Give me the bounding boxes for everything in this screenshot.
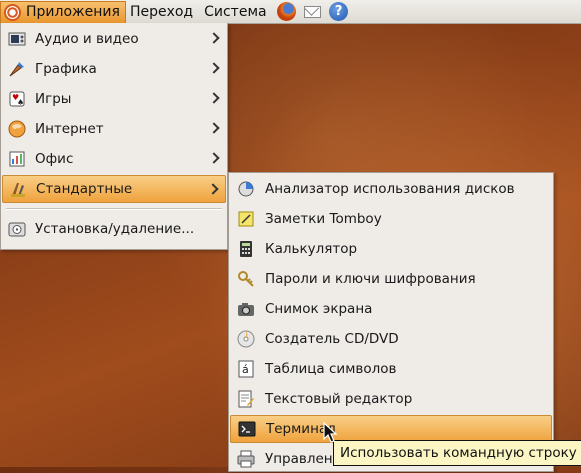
cd-burner-icon [237,330,255,348]
terminal-tooltip: Использовать командную строку [333,440,581,466]
menu-item-games[interactable]: ♥ ♠ Игры [2,85,226,113]
text-editor-icon [237,390,255,408]
menu-item-label: Игры [35,91,72,107]
system-menu-label: Система [204,3,267,20]
top-panel: Приложения Переход Система ? [0,0,581,24]
accessories-icon [9,180,27,198]
games-icon: ♥ ♠ [8,90,26,108]
submenu-item-label: Пароли и ключи шифрования [265,271,476,287]
menu-item-label: Графика [35,61,97,77]
menu-item-label: Установка/удаление... [35,221,195,237]
applications-menu: Аудио и видео Графика ♥ ♠ Игры Интернет О… [0,23,228,250]
menu-item-label: Стандартные [36,181,133,197]
submenu-item-character-map[interactable]: á Таблица символов [230,355,552,383]
help-icon: ? [329,2,349,21]
menu-item-office[interactable]: Офис [2,145,226,173]
screenshot-icon [237,300,255,318]
menu-item-label: Офис [35,151,74,167]
firefox-launcher[interactable] [277,2,297,22]
internet-icon [8,120,26,138]
submenu-item-label: Анализатор использования дисков [265,181,515,197]
mail-icon [304,5,322,18]
places-menu-button[interactable]: Переход [126,0,200,23]
svg-text:á: á [242,363,249,376]
chevron-right-icon [208,92,220,104]
accessories-submenu: Анализатор использования дисков Заметки … [228,172,554,472]
submenu-item-label: Таблица символов [265,361,397,377]
submenu-item-label: Калькулятор [265,241,358,257]
menu-item-label: Интернет [35,121,104,137]
submenu-item-label: Текстовый редактор [265,391,413,407]
applications-menu-label: Приложения [26,4,120,20]
print-jobs-icon [237,450,255,468]
submenu-item-screenshot[interactable]: Снимок экрана [230,295,552,323]
help-launcher[interactable]: ? [329,2,349,22]
graphics-icon [8,60,26,78]
applications-menu-button[interactable]: Приложения [0,0,126,23]
svg-text:♠: ♠ [17,98,24,107]
character-map-icon: á [237,360,255,378]
menu-item-label: Аудио и видео [35,31,139,47]
chevron-right-icon [208,32,220,44]
add-remove-icon [8,220,26,238]
menu-item-add-remove[interactable]: Установка/удаление... [2,215,226,243]
submenu-item-label: Создатель CD/DVD [265,331,399,347]
mail-launcher[interactable] [303,2,323,22]
submenu-item-label: Снимок экрана [265,301,373,317]
calculator-icon [237,240,255,258]
chevron-right-icon [207,183,219,195]
submenu-item-cd-dvd[interactable]: Создатель CD/DVD [230,325,552,353]
chevron-right-icon [208,152,220,164]
system-menu-button[interactable]: Система [200,0,273,23]
audio-video-icon [8,30,26,48]
menu-item-graphics[interactable]: Графика [2,55,226,83]
submenu-item-passwords[interactable]: Пароли и ключи шифрования [230,265,552,293]
submenu-item-text-editor[interactable]: Текстовый редактор [230,385,552,413]
notes-icon [237,210,255,228]
places-menu-label: Переход [129,3,194,20]
terminal-icon [238,420,256,438]
menu-item-accessories[interactable]: Стандартные [2,175,226,203]
office-icon [8,150,26,168]
chevron-right-icon [208,62,220,74]
menu-item-internet[interactable]: Интернет [2,115,226,143]
menu-separator [6,208,222,210]
mouse-cursor-icon [323,422,338,443]
ubuntu-logo-icon [4,3,21,21]
menu-item-audio-video[interactable]: Аудио и видео [2,25,226,53]
submenu-item-disk-usage[interactable]: Анализатор использования дисков [230,175,552,203]
firefox-icon [277,2,297,21]
submenu-item-tomboy[interactable]: Заметки Tomboy [230,205,552,233]
keys-icon [237,270,255,288]
disk-usage-icon [237,180,255,198]
submenu-item-terminal[interactable]: Терминал [230,415,552,443]
chevron-right-icon [208,122,220,134]
submenu-item-label: Заметки Tomboy [265,211,382,227]
submenu-item-calculator[interactable]: Калькулятор [230,235,552,263]
